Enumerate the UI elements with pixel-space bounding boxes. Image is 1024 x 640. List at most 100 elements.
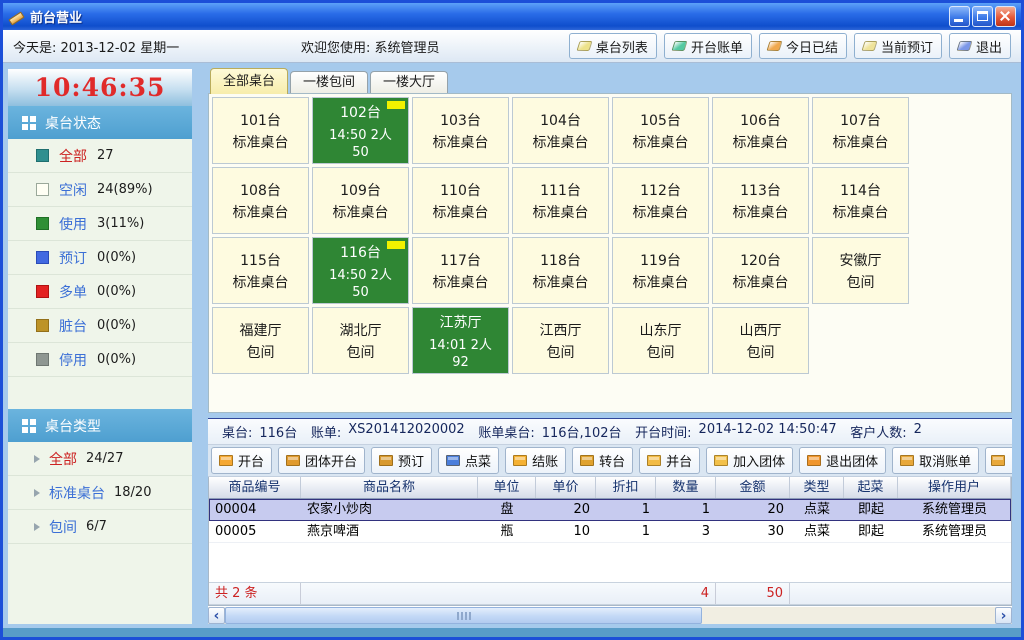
type-item-private-room[interactable]: 包间6/7 bbox=[8, 510, 192, 544]
table-cell-110台[interactable]: 110台标准桌台 bbox=[412, 167, 509, 234]
table-cell-type: 包间 bbox=[747, 342, 775, 362]
table-cell-type: 包间 bbox=[847, 272, 875, 292]
column-header-9[interactable]: 操作用户 bbox=[898, 477, 1011, 498]
table-cell-江西厅[interactable]: 江西厅包间 bbox=[512, 307, 609, 374]
table-cell-109台[interactable]: 109台标准桌台 bbox=[312, 167, 409, 234]
table-cell-118台[interactable]: 118台标准桌台 bbox=[512, 237, 609, 304]
toolbar-button-partial[interactable] bbox=[985, 447, 1012, 474]
sidebar-filler bbox=[8, 544, 192, 624]
topbar-button-table-list[interactable]: 桌台列表 bbox=[569, 33, 657, 59]
table-cell-104台[interactable]: 104台标准桌台 bbox=[512, 97, 609, 164]
tab-all-tables[interactable]: 全部桌台 bbox=[210, 68, 288, 94]
table-cell-name: 106台 bbox=[740, 110, 781, 130]
table-cell-name: 安徽厅 bbox=[840, 250, 882, 270]
toolbar-button-transfer-table[interactable]: 转台 bbox=[572, 447, 633, 474]
table-cell-105台[interactable]: 105台标准桌台 bbox=[612, 97, 709, 164]
table-cell-107台[interactable]: 107台标准桌台 bbox=[812, 97, 909, 164]
table-cell-102台[interactable]: 102台14:50 2人50 bbox=[312, 97, 409, 164]
column-header-8[interactable]: 起菜 bbox=[844, 477, 898, 498]
table-cell-山东厅[interactable]: 山东厅包间 bbox=[612, 307, 709, 374]
table-cell-湖北厅[interactable]: 湖北厅包间 bbox=[312, 307, 409, 374]
toolbar-button-cancel-bill[interactable]: 取消账单 bbox=[892, 447, 979, 474]
scroll-left-button[interactable]: ‹ bbox=[208, 607, 225, 624]
topbar-button-current-reservations[interactable]: 当前预订 bbox=[854, 33, 942, 59]
table-cell-112台[interactable]: 112台标准桌台 bbox=[612, 167, 709, 234]
column-header-0[interactable]: 商品编号 bbox=[209, 477, 301, 498]
table-cell-115台[interactable]: 115台标准桌台 bbox=[212, 237, 309, 304]
minimize-button[interactable] bbox=[949, 6, 970, 27]
table-cell-106台[interactable]: 106台标准桌台 bbox=[712, 97, 809, 164]
table-cell-name: 115台 bbox=[240, 250, 281, 270]
table-cell-name: 107台 bbox=[840, 110, 881, 130]
order-summary-row: 共 2 条450 bbox=[209, 582, 1011, 605]
status-item-all[interactable]: 全部27 bbox=[8, 139, 192, 173]
toolbar-button-checkout[interactable]: 结账 bbox=[505, 447, 566, 474]
table-cell-103台[interactable]: 103台标准桌台 bbox=[412, 97, 509, 164]
status-label: 全部 bbox=[59, 146, 87, 166]
toolbar-button-reserve[interactable]: 预订 bbox=[371, 447, 432, 474]
table-cell-108台[interactable]: 108台标准桌台 bbox=[212, 167, 309, 234]
order-cell: 燕京啤酒 bbox=[301, 521, 478, 542]
table-cell-116台[interactable]: 116台14:50 2人50 bbox=[312, 237, 409, 304]
table-cell-119台[interactable]: 119台标准桌台 bbox=[612, 237, 709, 304]
column-header-3[interactable]: 单价 bbox=[536, 477, 596, 498]
toolbar-button-leave-group[interactable]: 退出团体 bbox=[799, 447, 886, 474]
table-cell-安徽厅[interactable]: 安徽厅包间 bbox=[812, 237, 909, 304]
table-cell-101台[interactable]: 101台标准桌台 bbox=[212, 97, 309, 164]
maximize-button[interactable] bbox=[972, 6, 993, 27]
status-item-in-use[interactable]: 使用3(11%) bbox=[8, 207, 192, 241]
table-cell-120台[interactable]: 120台标准桌台 bbox=[712, 237, 809, 304]
status-item-multi-bill[interactable]: 多单0(0%) bbox=[8, 275, 192, 309]
toolbar-button-open-table[interactable]: 开台 bbox=[211, 447, 272, 474]
table-cell-111台[interactable]: 111台标准桌台 bbox=[512, 167, 609, 234]
column-header-7[interactable]: 类型 bbox=[790, 477, 844, 498]
column-header-2[interactable]: 单位 bbox=[478, 477, 536, 498]
order-row-1[interactable]: 00005燕京啤酒瓶101330点菜即起系统管理员 bbox=[209, 521, 1011, 543]
order-row-0[interactable]: 00004农家小炒肉盘201120点菜即起系统管理员 bbox=[209, 499, 1011, 521]
column-header-1[interactable]: 商品名称 bbox=[301, 477, 478, 498]
table-cell-山西厅[interactable]: 山西厅包间 bbox=[712, 307, 809, 374]
column-header-6[interactable]: 金额 bbox=[716, 477, 790, 498]
column-header-4[interactable]: 折扣 bbox=[596, 477, 656, 498]
tab-floor1-rooms[interactable]: 一楼包间 bbox=[290, 71, 368, 94]
topbar-button-open-bills[interactable]: 开台账单 bbox=[664, 33, 752, 59]
toolbar-button-order-dishes[interactable]: 点菜 bbox=[438, 447, 499, 474]
topbar-button-settled-today[interactable]: 今日已结 bbox=[759, 33, 847, 59]
reservation-icon bbox=[861, 41, 877, 51]
type-item-standard[interactable]: 标准桌台18/20 bbox=[8, 476, 192, 510]
order-table-summary: 共 2 条450 bbox=[209, 582, 1011, 605]
toolbar-button-group-open[interactable]: 团体开台 bbox=[278, 447, 365, 474]
table-cell-福建厅[interactable]: 福建厅包间 bbox=[212, 307, 309, 374]
scrollbar-track[interactable] bbox=[225, 607, 995, 624]
order-cell: 即起 bbox=[844, 521, 898, 542]
table-cell-113台[interactable]: 113台标准桌台 bbox=[712, 167, 809, 234]
status-item-dirty[interactable]: 脏台0(0%) bbox=[8, 309, 192, 343]
status-item-reserved[interactable]: 预订0(0%) bbox=[8, 241, 192, 275]
status-swatch-all bbox=[36, 149, 49, 162]
status-item-free[interactable]: 空闲24(89%) bbox=[8, 173, 192, 207]
info-field-bill: 账单:XS201412020002 bbox=[311, 422, 465, 441]
scroll-right-button[interactable]: › bbox=[995, 607, 1012, 624]
order-cell: 农家小炒肉 bbox=[301, 499, 478, 520]
column-header-5[interactable]: 数量 bbox=[656, 477, 716, 498]
topbar-button-exit[interactable]: 退出 bbox=[949, 33, 1011, 59]
table-cell-114台[interactable]: 114台标准桌台 bbox=[812, 167, 909, 234]
status-item-disabled[interactable]: 停用0(0%) bbox=[8, 343, 192, 377]
horizontal-scrollbar[interactable]: ‹ › bbox=[208, 606, 1012, 624]
tab-floor1-hall[interactable]: 一楼大厅 bbox=[370, 71, 448, 94]
close-button[interactable] bbox=[995, 6, 1016, 27]
table-cell-type: 标准桌台 bbox=[233, 132, 289, 152]
table-cell-江苏厅[interactable]: 江苏厅14:01 2人92 bbox=[412, 307, 509, 374]
table-cell-name: 113台 bbox=[740, 180, 781, 200]
toolbar-button-join-group[interactable]: 加入团体 bbox=[706, 447, 793, 474]
table-cell-117台[interactable]: 117台标准桌台 bbox=[412, 237, 509, 304]
table-cell-name: 110台 bbox=[440, 180, 481, 200]
leave-group-icon bbox=[807, 455, 821, 466]
table-cell-type: 标准桌台 bbox=[733, 202, 789, 222]
table-cell-name: 119台 bbox=[640, 250, 681, 270]
type-item-all-types[interactable]: 全部24/27 bbox=[8, 442, 192, 476]
scrollbar-thumb[interactable] bbox=[225, 607, 702, 624]
table-cell-type: 标准桌台 bbox=[433, 132, 489, 152]
table-cell-name: 109台 bbox=[340, 180, 381, 200]
toolbar-button-merge-table[interactable]: 并台 bbox=[639, 447, 700, 474]
